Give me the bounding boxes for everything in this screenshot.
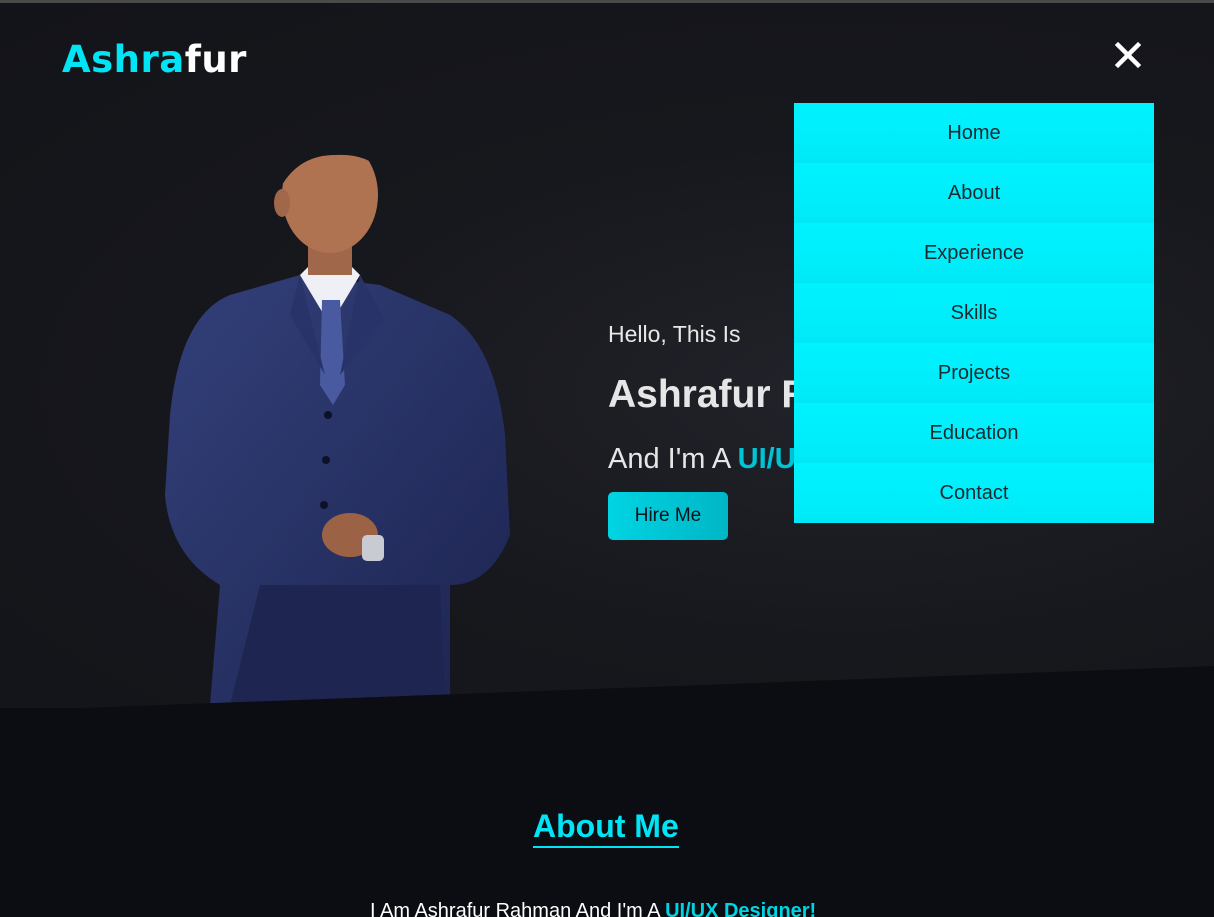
site-logo[interactable]: Ashrafur xyxy=(62,38,247,81)
nav-item-projects[interactable]: Projects xyxy=(794,343,1154,403)
about-text-prefix: I Am Ashrafur Rahman And I'm A xyxy=(370,900,666,917)
hire-me-button[interactable]: Hire Me xyxy=(608,492,728,540)
hero-name: Ashrafur R xyxy=(608,373,810,416)
nav-dropdown-menu: Home About Experience Skills Projects Ed… xyxy=(794,103,1154,523)
hero-greeting: Hello, This Is xyxy=(608,321,741,347)
nav-item-contact[interactable]: Contact xyxy=(794,463,1154,523)
hero-role: And I'm A UI/U xyxy=(608,443,796,476)
close-menu-button[interactable] xyxy=(1112,39,1144,71)
profile-photo xyxy=(165,126,510,705)
nav-item-experience[interactable]: Experience xyxy=(794,223,1154,283)
about-intro-text: I Am Ashrafur Rahman And I'm A UI/UX Des… xyxy=(370,900,816,917)
nav-item-education[interactable]: Education xyxy=(794,403,1154,463)
nav-item-skills[interactable]: Skills xyxy=(794,283,1154,343)
hero-role-highlight: UI/U xyxy=(737,443,796,475)
hero-role-prefix: And I'm A xyxy=(608,443,738,475)
nav-item-home[interactable]: Home xyxy=(794,103,1154,163)
about-text-highlight: UI/UX Designer! xyxy=(665,900,817,917)
about-heading: About Me xyxy=(533,806,679,848)
logo-part-1: Ashra xyxy=(62,38,185,81)
close-icon xyxy=(1114,41,1142,69)
nav-item-about[interactable]: About xyxy=(794,163,1154,223)
logo-part-2: fur xyxy=(184,38,247,81)
